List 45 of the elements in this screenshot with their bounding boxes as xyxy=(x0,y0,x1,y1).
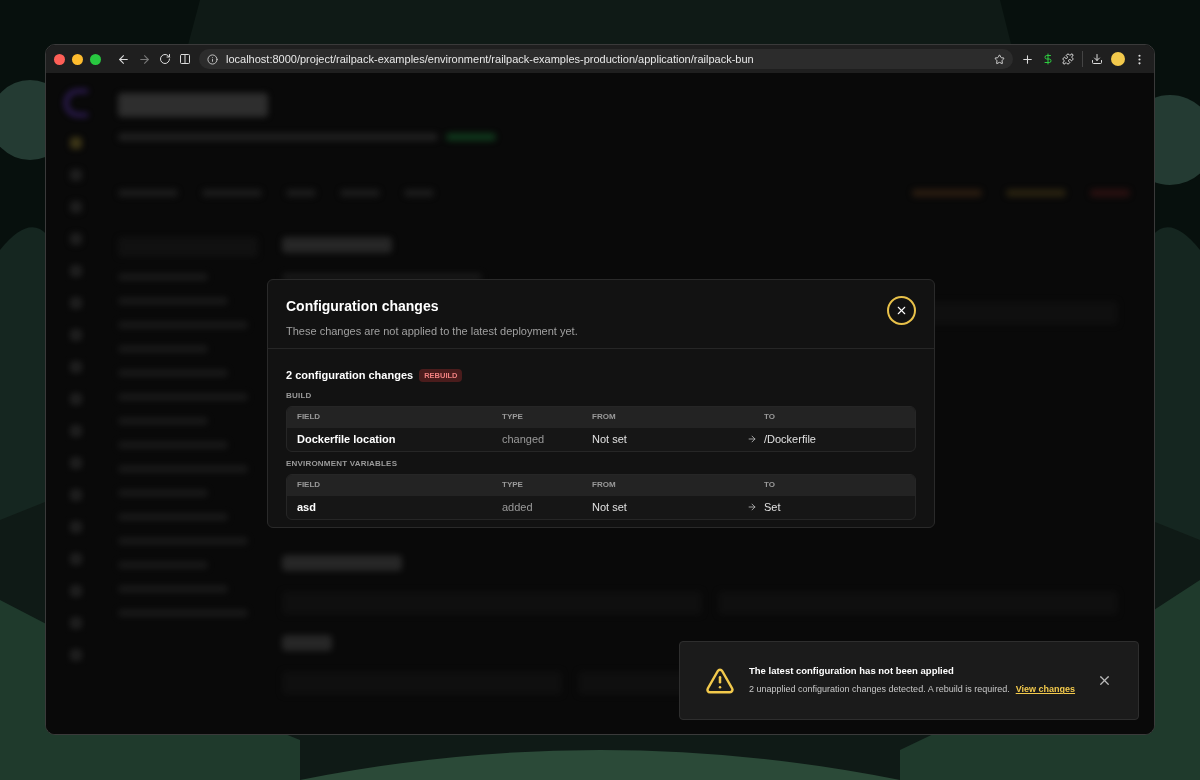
dollar-icon[interactable] xyxy=(1042,53,1054,65)
close-button[interactable] xyxy=(887,296,916,325)
table-cell-text: Dockerfile location xyxy=(297,431,397,447)
group-heading: BUILD xyxy=(286,389,313,402)
maximize-window-button[interactable] xyxy=(90,53,101,65)
table-cell-text: added xyxy=(502,499,534,515)
column-header: TYPE xyxy=(502,411,524,423)
minimize-window-button[interactable] xyxy=(72,53,83,65)
dialog-subtitle: These changes are not applied to the latest deployment yet. xyxy=(286,324,578,339)
group-heading: ENVIRONMENT VARIABLES xyxy=(286,457,399,470)
table-cell-text: /Dockerfile xyxy=(764,431,817,447)
column-header: TYPE xyxy=(502,479,524,491)
dialog-title: Configuration changes xyxy=(286,297,440,316)
table-cell-text: Not set xyxy=(592,431,628,447)
view-changes-link[interactable]: View changes xyxy=(1015,683,1076,697)
forward-icon[interactable] xyxy=(138,52,151,66)
reload-icon[interactable] xyxy=(159,53,171,65)
table-cell-text: Not set xyxy=(592,499,628,515)
table-cell-text: Set xyxy=(764,499,782,515)
toast-title: The latest configuration has not been applied xyxy=(749,664,955,679)
close-icon xyxy=(895,304,908,317)
address-bar[interactable]: localhost:8000/project/railpack-examples/environment/railpack-examples-production/application/railpack-bun xyxy=(199,49,1013,69)
profile-avatar[interactable] xyxy=(1111,52,1125,66)
plus-icon[interactable] xyxy=(1021,52,1034,66)
arrow-icon xyxy=(747,434,757,444)
column-header: FROM xyxy=(592,479,617,491)
sidebar-icon[interactable] xyxy=(179,53,191,65)
table-cell-text: asd xyxy=(297,499,317,515)
back-icon[interactable] xyxy=(117,52,130,66)
column-header: TO xyxy=(764,411,776,423)
column-header: TO xyxy=(764,479,776,491)
column-header: FIELD xyxy=(297,411,322,423)
bookmark-star-icon[interactable] xyxy=(994,53,1005,65)
column-header: FIELD xyxy=(297,479,322,491)
arrow-icon xyxy=(747,502,757,512)
close-icon[interactable] xyxy=(1097,673,1112,688)
table-cell-text: changed xyxy=(502,431,546,447)
download-icon[interactable] xyxy=(1091,53,1103,65)
changes-summary: 2 configuration changes xyxy=(286,368,414,383)
column-header: FROM xyxy=(592,411,617,423)
info-icon[interactable] xyxy=(207,53,218,65)
close-window-button[interactable] xyxy=(54,53,65,65)
extensions-icon[interactable] xyxy=(1062,53,1074,65)
toast-message: 2 unapplied configuration changes detected. A rebuild is required. xyxy=(749,683,1010,697)
url-text: localhost:8000/project/railpack-examples/environment/railpack-examples-production/application/railpack-bun xyxy=(226,51,754,67)
